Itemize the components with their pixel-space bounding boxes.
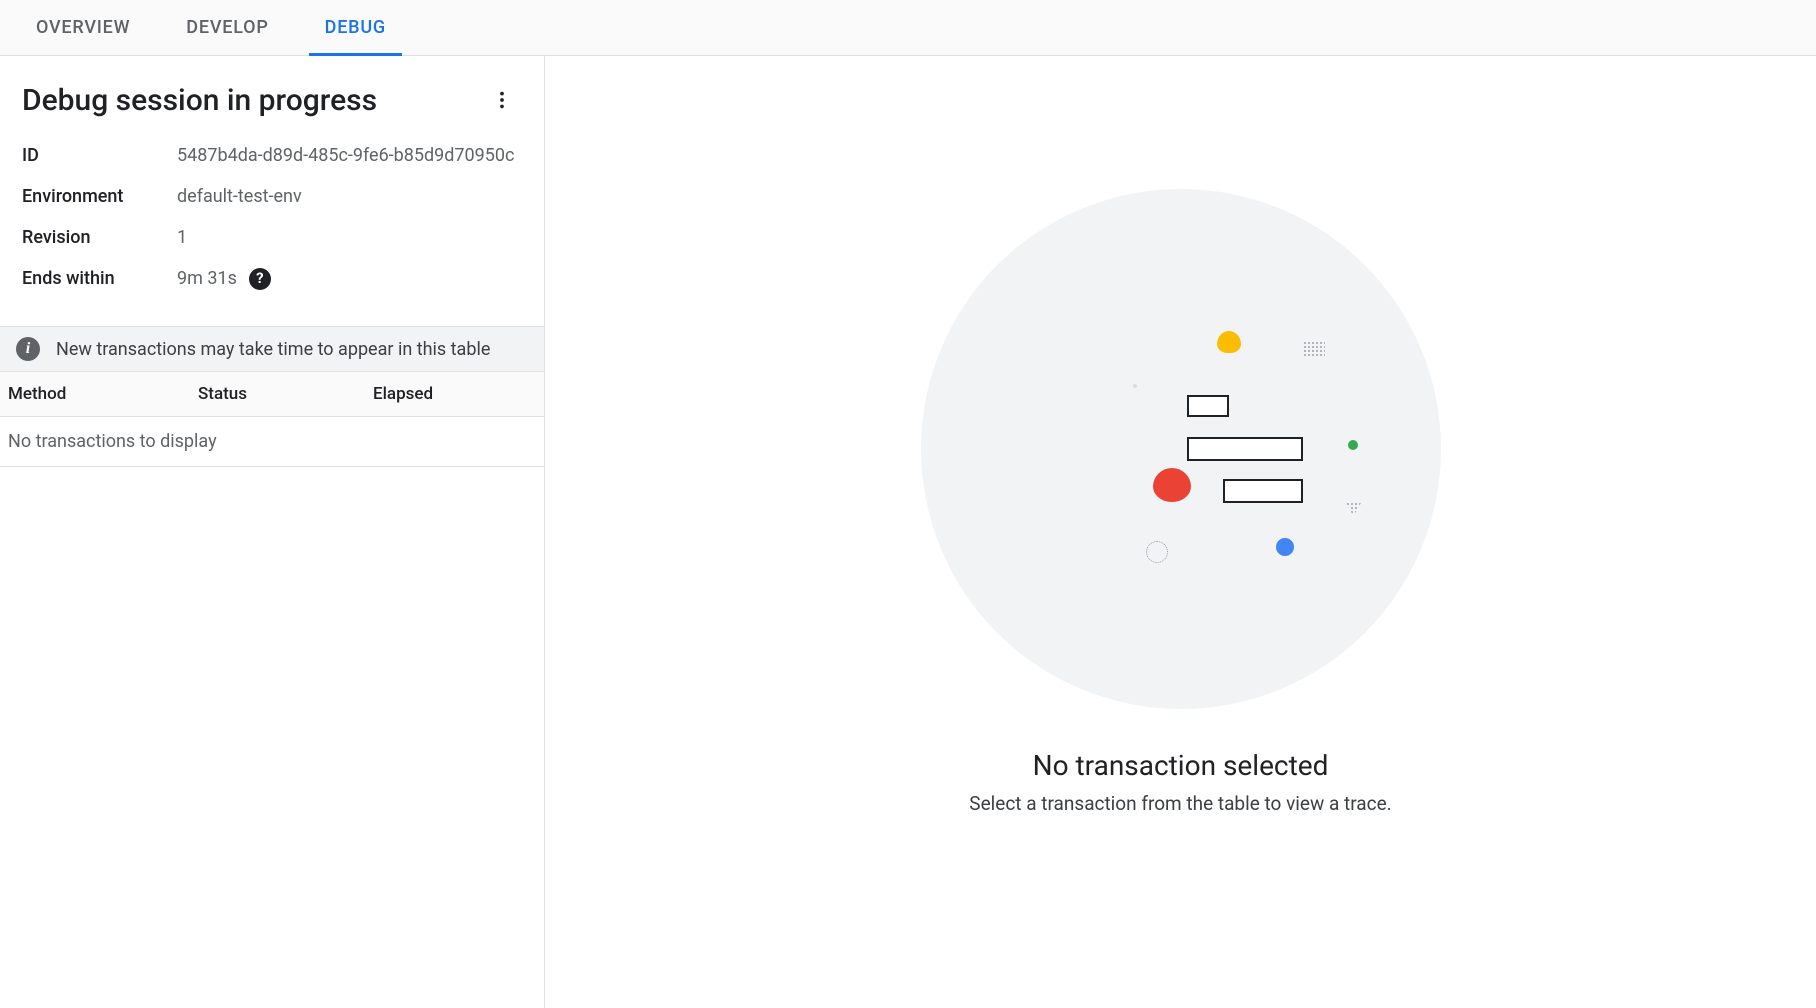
more-actions-button[interactable] [482,80,522,120]
more-vert-icon [491,89,513,111]
meta-row-revision: Revision 1 [22,224,522,251]
session-header: Debug session in progress ID 5487b4da-d8… [0,56,544,326]
revision-value: 1 [177,224,187,251]
illustration-dots-grid-icon [1303,341,1325,357]
illustration-dot-green-icon [1348,440,1358,450]
illustration-blob-red-icon [1153,468,1191,502]
info-banner-text: New transactions may take time to appear… [56,339,490,360]
tabs-bar: OVERVIEW DEVELOP DEBUG [0,0,1816,56]
ends-within-label: Ends within [22,265,177,292]
environment-label: Environment [22,183,177,210]
id-label: ID [22,142,177,169]
session-title-row: Debug session in progress [22,80,522,120]
help-icon[interactable]: ? [249,268,271,290]
empty-state-title: No transaction selected [1033,749,1329,782]
illustration-dots-triangle-icon [1346,502,1362,516]
content-area: Debug session in progress ID 5487b4da-d8… [0,56,1816,1008]
illustration-tiny-dot-icon [1133,384,1137,388]
id-value: 5487b4da-d89d-485c-9fe6-b85d9d70950c [177,142,514,169]
session-title: Debug session in progress [22,83,377,118]
transactions-empty-row: No transactions to display [0,417,544,467]
column-header-status[interactable]: Status [198,384,373,404]
meta-row-environment: Environment default-test-env [22,183,522,210]
empty-state-subtitle: Select a transaction from the table to v… [969,792,1391,815]
tab-debug[interactable]: DEBUG [297,0,414,56]
tab-overview[interactable]: OVERVIEW [8,0,158,56]
meta-row-id: ID 5487b4da-d89d-485c-9fe6-b85d9d70950c [22,142,522,169]
empty-state: No transaction selected Select a transac… [921,189,1441,815]
right-panel: No transaction selected Select a transac… [545,56,1816,1008]
ends-within-value-row: 9m 31s ? [177,265,271,292]
illustration-rect-icon [1223,479,1303,503]
transactions-table-header: Method Status Elapsed [0,372,544,417]
meta-row-ends-within: Ends within 9m 31s ? [22,265,522,292]
illustration-blob-yellow-icon [1217,331,1241,353]
illustration-rect-icon [1187,395,1229,417]
tab-develop[interactable]: DEVELOP [158,0,296,56]
empty-state-illustration [921,189,1441,709]
column-header-method[interactable]: Method [8,384,198,404]
illustration-rect-icon [1187,437,1303,461]
info-icon: i [16,337,40,361]
column-header-elapsed[interactable]: Elapsed [373,384,536,404]
environment-value: default-test-env [177,183,302,210]
illustration-dotted-circle-icon [1146,541,1168,563]
info-banner: i New transactions may take time to appe… [0,326,544,372]
left-panel: Debug session in progress ID 5487b4da-d8… [0,56,545,1008]
illustration-dot-blue-icon [1276,538,1294,556]
ends-within-value: 9m 31s [177,265,237,292]
revision-label: Revision [22,224,177,251]
